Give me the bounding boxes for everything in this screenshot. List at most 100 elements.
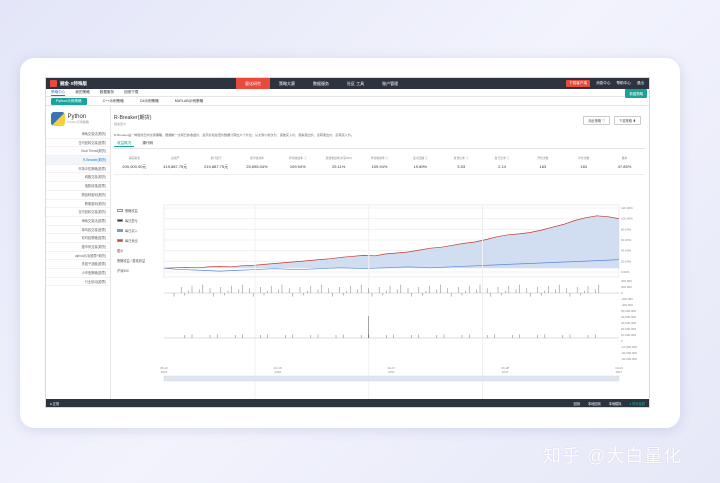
sidebar-item[interactable]: 市场中性策略(股票) — [46, 165, 110, 174]
metric-label: 累计收益率 — [249, 156, 264, 160]
sub-nav: 策略中心 我的策略 数据服务 回测下载 — [46, 89, 649, 97]
chart-svg[interactable]: 120.00% 100.00% 80.00% 60.00% 40.00% 20.00% 0.… — [114, 203, 647, 400]
x-tick-year: 2016 — [274, 370, 281, 374]
download-strategy-button[interactable]: 下载策略 ⬆ — [614, 116, 641, 125]
menu-item-contest[interactable]: 策略大赛 — [270, 78, 304, 89]
brand[interactable]: 掘金·X特殊版 — [46, 80, 236, 87]
metric: 累计收益率 25,695.04% — [237, 154, 278, 170]
message-center-link[interactable]: 消息中心 — [596, 81, 610, 86]
trade-tick-label: 50,000,000 — [621, 309, 636, 313]
sidebar-item[interactable]: 海龟交易法(股票) — [46, 217, 110, 226]
metric-value: 109.94% — [289, 164, 306, 169]
metric-label: 总资产 — [171, 156, 180, 160]
pl-tick-label: -400,000 — [621, 303, 633, 307]
subnav-my-strategy[interactable]: 我的策略 — [75, 90, 89, 95]
pl-tick-label: 400,000 — [621, 279, 632, 283]
chart-area: 策略收益 每日盈亏 每日买入 每日卖出 图示 策略收益 / 基准收益 沪深300 120.0… — [114, 203, 645, 399]
metric-label: 基准收益率(沪深300) — [325, 156, 352, 160]
sidebar-item[interactable]: 日内回转交易(股票) — [46, 139, 110, 148]
trade-tick-label: 0 — [621, 339, 623, 343]
sidebar-item[interactable]: 网格交易(期货) — [46, 173, 110, 183]
metric-value: 19.89% — [413, 164, 428, 169]
menu-item-account[interactable]: 账户管理 — [373, 78, 407, 89]
y-tick-label: 0.00% — [621, 270, 630, 274]
app-window: 掘金·X特殊版 量化研究 策略大赛 数据服务 社区 工具 账户管理 下载客户端 … — [45, 77, 650, 408]
sidebar-item[interactable]: 跨品种套利(期货) — [46, 191, 110, 200]
sidebar: Python Python示例策略 海龟交易法(期货) 日内回转交易(股票) Dua… — [46, 106, 111, 399]
sidebar-item[interactable]: 做市商交易(期货) — [46, 243, 110, 252]
metric-label: 平仓次数 — [578, 156, 590, 160]
metric: 年化收益率 ⓘ 109.94% — [277, 154, 318, 170]
top-right-links: 下载客户端 消息中心 帮助中心 退出 — [566, 80, 649, 87]
metric-label: 年化收益率 ⓘ — [289, 156, 307, 160]
tab-source[interactable]: 源代码 — [142, 141, 153, 147]
sidebar-item[interactable]: alpha对冲(股票+期货) — [46, 252, 110, 261]
trade-tick-label: 10,000,000 — [621, 333, 636, 337]
x-tick-year: 2016 — [161, 370, 168, 374]
metric-value: 219,887.75元 — [204, 164, 229, 169]
x-tick-year: 2017 — [616, 370, 623, 374]
tab-csharp[interactable]: C#示例策略 — [140, 99, 159, 104]
strategy-author: 掘金官方 — [114, 122, 127, 126]
help-center-link[interactable]: 帮助中心 — [616, 81, 630, 86]
sidebar-item[interactable]: 跨期套利(期货) — [46, 200, 110, 209]
menu-item-community[interactable]: 社区 工具 — [338, 78, 373, 89]
metric-value: 47.85% — [617, 164, 632, 169]
metric: 盈亏比率 ⓘ 2.14 — [482, 154, 523, 170]
tab-cpp[interactable]: C++示例策略 — [103, 99, 124, 104]
subnav-strategy-center[interactable]: 策略中心 — [51, 90, 66, 96]
use-strategy-button[interactable]: 用此策略 ▽ — [583, 116, 611, 125]
python-header: Python Python示例策略 — [50, 112, 106, 126]
sidebar-item[interactable]: 海龟交易法(期货) — [46, 130, 110, 139]
sidebar-item[interactable]: 日内回转交易(期货) — [46, 208, 110, 217]
metric: 累计盈亏 219,887.75元 — [196, 154, 237, 170]
sidebar-item[interactable]: 指数增强(股票) — [46, 182, 110, 191]
menu-item-data[interactable]: 数据服务 — [304, 78, 338, 89]
y-tick-label: 80.00% — [621, 227, 632, 231]
range-slider[interactable] — [163, 375, 620, 382]
pl-tick-label: 0 — [621, 291, 623, 295]
metric-value: 2.14 — [498, 164, 506, 169]
status-backtest[interactable]: 回测 — [574, 401, 580, 406]
tab-python[interactable]: Python示例策略 — [51, 97, 87, 105]
y-tick-label: 120.00% — [621, 206, 633, 210]
header-buttons: 用此策略 ▽ 下载策略 ⬆ — [583, 116, 641, 125]
tab-overview[interactable]: 收益概况 — [114, 141, 135, 147]
trade-tick-label: -10,000,000 — [621, 345, 637, 349]
x-tick-year: 2017 — [388, 370, 395, 374]
sidebar-item[interactable]: Dual Thrust(期货) — [46, 147, 110, 157]
sidebar-item[interactable]: 双均线策略(股票) — [46, 234, 110, 243]
trade-tick-label: -30,000,000 — [621, 357, 637, 361]
metric: 夏普比率 ⓘ 3.53 — [441, 154, 482, 170]
sidebar-item[interactable]: 行业轮动(股票) — [46, 278, 110, 287]
metric-value: 25,695.04% — [246, 164, 268, 169]
metric: 总资产 419,887.75元 — [155, 154, 196, 170]
python-logo-icon — [50, 112, 65, 126]
trade-tick-label: 40,000,000 — [621, 315, 636, 319]
sidebar-item[interactable]: R-Breaker(期货) — [46, 156, 110, 165]
metric-label: 期初资金 — [128, 156, 141, 160]
logo-icon — [50, 80, 57, 87]
status-local-backtest[interactable]: 本地回测 — [588, 401, 601, 406]
new-strategy-button[interactable]: 新建策略 — [625, 89, 647, 98]
metric: 开仓次数 163 — [522, 154, 563, 170]
trade-tick-label: 20,000,000 — [621, 327, 636, 331]
metrics-row: 期初资金 200,000.00元 总资产 419,887.75元 累计盈亏 219,887… — [114, 154, 645, 175]
sidebar-item[interactable]: 多因子选股(股票) — [46, 260, 110, 269]
metric-value: 25.11% — [332, 164, 346, 169]
contact-support-button[interactable]: ● 联系客服 — [629, 401, 645, 406]
x-tick-year: 2017 — [502, 370, 509, 374]
download-client-link[interactable]: 下载客户端 — [566, 80, 591, 87]
subnav-data-service[interactable]: 数据服务 — [100, 90, 114, 95]
sidebar-item[interactable]: 单均线交易(股票) — [46, 226, 110, 235]
main-content: R-Breaker(期货) 掘金官方 用此策略 ▽ 下载策略 ⬆ R-Break… — [114, 106, 645, 399]
metric-label: 胜率 — [621, 156, 628, 160]
status-right: 回测 本地回测 本地模拟 ● 联系客服 — [574, 401, 645, 406]
tab-matlab[interactable]: MATLAB示例策略 — [175, 99, 204, 104]
menu-item-research[interactable]: 量化研究 — [236, 78, 270, 89]
status-local-sim[interactable]: 本地模拟 — [609, 401, 622, 406]
strategy-description: R-Breaker是一种短线日内交易策略，根据前一交易日的收盘价、最高价和最低价… — [114, 133, 354, 137]
sidebar-item[interactable]: 小市值策略(股票) — [46, 269, 110, 278]
subnav-backtest-download[interactable]: 回测下载 — [124, 90, 138, 95]
logout-link[interactable]: 退出 — [637, 81, 644, 86]
